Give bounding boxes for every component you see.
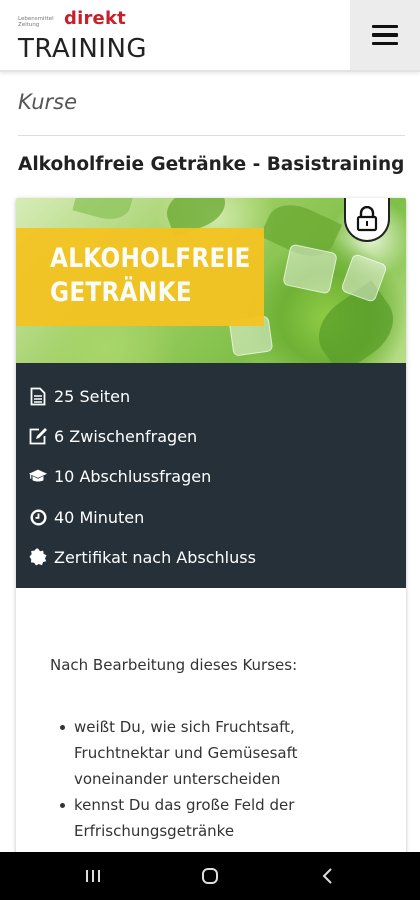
description-list: weißt Du, wie sich Fruchtsaft, Fruchtnek… xyxy=(60,714,360,844)
logo-small-text: Lebensmittel Zeitung xyxy=(18,16,54,28)
course-card[interactable]: ALKOHOLFREIE GETRÄNKE 25 Seiten 6 Zwisch… xyxy=(16,198,406,858)
course-banner: ALKOHOLFREIE GETRÄNKE xyxy=(16,228,264,326)
info-pages-text: 25 Seiten xyxy=(54,386,131,406)
back-button[interactable] xyxy=(308,862,348,890)
lock-button[interactable] xyxy=(344,198,390,242)
page-title: Alkoholfreie Getränke - Basistraining xyxy=(18,154,405,175)
home-icon xyxy=(202,868,218,884)
hamburger-menu-icon xyxy=(372,24,398,29)
lock-icon xyxy=(356,206,378,232)
info-pages: 25 Seiten xyxy=(28,384,130,408)
info-interim-text: 6 Zwischenfragen xyxy=(54,426,198,446)
course-description: Nach Bearbeitung dieses Kurses: weißt Du… xyxy=(16,588,406,858)
back-icon xyxy=(322,868,332,884)
edit-icon xyxy=(28,426,48,446)
info-certificate-text: Zertifikat nach Abschluss xyxy=(54,547,256,567)
info-certificate: Zertifikat nach Abschluss xyxy=(28,545,256,569)
document-icon xyxy=(28,386,48,406)
menu-button[interactable] xyxy=(350,0,420,70)
divider xyxy=(18,135,405,136)
list-item: kennst Du das große Feld der Erfrischung… xyxy=(60,792,360,844)
certificate-icon xyxy=(28,547,48,567)
info-interim-questions: 6 Zwischenfragen xyxy=(28,424,197,448)
home-button[interactable] xyxy=(190,862,230,890)
graduation-cap-icon xyxy=(28,466,48,486)
course-image: ALKOHOLFREIE GETRÄNKE xyxy=(16,198,406,363)
recent-apps-button[interactable] xyxy=(73,862,113,890)
banner-line-2: GETRÄNKE xyxy=(50,277,192,308)
banner-line-1: ALKOHOLFREIE xyxy=(50,243,251,274)
app-header: Lebensmittel Zeitung direkt TRAINING xyxy=(0,0,420,72)
system-navigation-bar xyxy=(0,852,420,900)
logo-main-text: TRAINING xyxy=(18,34,148,64)
list-item: weißt Du, wie sich Fruchtsaft, Fruchtnek… xyxy=(60,714,360,792)
breadcrumb[interactable]: Kurse xyxy=(18,90,77,114)
logo-brand-text: direkt xyxy=(64,8,126,29)
recent-apps-icon xyxy=(86,870,100,882)
description-intro: Nach Bearbeitung dieses Kurses: xyxy=(50,656,298,674)
info-final-questions: 10 Abschlussfragen xyxy=(28,464,211,488)
clock-icon xyxy=(28,507,48,527)
course-info-panel: 25 Seiten 6 Zwischenfragen 10 Abschlussf… xyxy=(16,363,406,588)
info-duration-text: 40 Minuten xyxy=(54,507,145,527)
info-duration: 40 Minuten xyxy=(28,505,144,529)
info-final-text: 10 Abschlussfragen xyxy=(54,466,212,486)
